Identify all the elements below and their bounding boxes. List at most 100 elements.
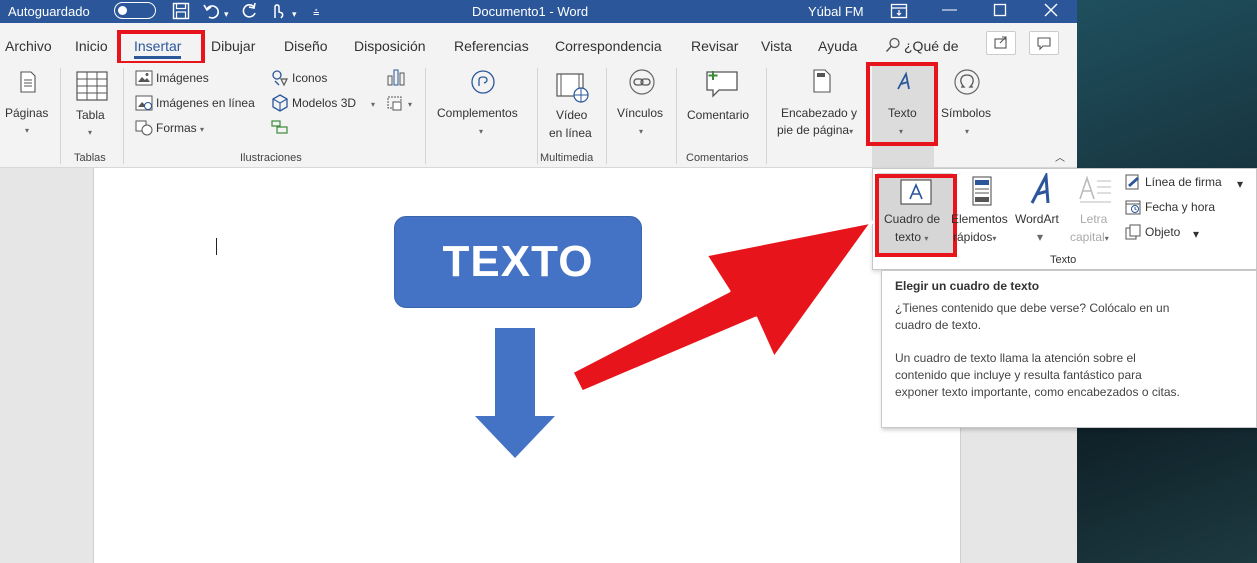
divider (123, 68, 124, 164)
undo-dropdown-icon[interactable]: ▾ (224, 5, 229, 23)
title-separator: - (549, 4, 554, 19)
letra-dropdown-icon: ▾ (1104, 234, 1109, 243)
comments-button[interactable] (1029, 31, 1059, 55)
group-comentarios-label: Comentarios (686, 152, 749, 164)
autosave-toggle[interactable] (114, 2, 156, 19)
divider (606, 68, 607, 164)
elementos-text-2: rápidos (953, 230, 993, 244)
tab-vista[interactable]: Vista (761, 38, 792, 54)
comentario-label: Comentario (687, 108, 750, 122)
simbolos-label: Símbolos (941, 106, 992, 120)
tooltip-paragraph-2: Un cuadro de texto llama la atención sob… (895, 351, 1180, 399)
wordart-icon (1028, 170, 1056, 210)
letra-text-2: capital (1070, 230, 1105, 244)
page-icon (19, 71, 37, 96)
tab-diseno[interactable]: Diseño (284, 38, 328, 54)
title-bar: Autoguardado ▾ ▾ ⩮ Documento1 - Word Yúb… (0, 0, 1077, 23)
wordart-dropdown-icon: ▾ (1037, 230, 1044, 244)
customize-qat-icon[interactable]: ⩮ (313, 4, 319, 22)
signature-line-icon (1125, 174, 1141, 193)
quick-parts-icon (972, 176, 992, 209)
group-tablas-label: Tablas (74, 152, 106, 164)
vinculos-dropdown-icon: ▾ (639, 127, 644, 136)
modelos-3d-dropdown-icon: ▾ (371, 100, 376, 109)
letra-label-1: Letra (1080, 212, 1108, 226)
tab-ayuda[interactable]: Ayuda (818, 38, 857, 54)
screenshot-dropdown-icon: ▾ (408, 100, 413, 109)
search-icon[interactable] (885, 37, 901, 56)
chart-icon[interactable] (386, 68, 406, 89)
close-icon[interactable] (1043, 2, 1059, 23)
formas-label: Formas ▾ (156, 119, 204, 139)
window-title: Documento1 - Word (472, 4, 588, 19)
elementos-label-2: rápidos▾ (953, 228, 996, 248)
app-name: Word (557, 4, 589, 19)
wordart-label: WordArt (1015, 212, 1059, 226)
linea-de-firma-label: Línea de firma (1145, 175, 1222, 189)
picture-icon (135, 70, 153, 89)
tab-correspondencia[interactable]: Correspondencia (555, 38, 662, 54)
smartart-icon[interactable] (271, 119, 289, 138)
complementos-label: Complementos (437, 106, 518, 120)
collapse-ribbon-icon[interactable]: ︿ (1055, 149, 1065, 164)
tooltip-title: Elegir un cuadro de texto (895, 279, 1040, 293)
maximize-icon[interactable] (993, 3, 1007, 22)
ribbon-insertar: Páginas ▾ Tabla ▾ Tablas Imágenes Imágen… (0, 62, 1077, 168)
divider (537, 68, 538, 164)
modelos-3d-label: Modelos 3D (292, 96, 357, 110)
tab-archivo[interactable]: Archivo (5, 38, 52, 54)
linea-de-firma-dropdown-icon: ▾ (1237, 177, 1244, 191)
video-label-1: Vídeo (556, 108, 588, 122)
tab-inicio[interactable]: Inicio (75, 38, 108, 54)
tab-disposicion[interactable]: Disposición (354, 38, 426, 54)
ribbon-display-icon[interactable] (890, 3, 908, 24)
save-icon[interactable] (172, 2, 190, 25)
redo-icon[interactable] (240, 2, 258, 25)
header-footer-icon (812, 69, 832, 96)
down-arrow-shape[interactable] (473, 328, 557, 460)
letra-label-2: capital▾ (1070, 228, 1109, 248)
omega-icon (952, 68, 982, 99)
group-texto-label: Texto (1050, 254, 1077, 266)
fecha-y-hora-label: Fecha y hora (1145, 200, 1216, 214)
tab-dibujar[interactable]: Dibujar (211, 38, 255, 54)
touch-dropdown-icon[interactable]: ▾ (292, 5, 297, 23)
minimize-icon[interactable]: — (942, 1, 957, 19)
screenshot-icon[interactable] (386, 94, 406, 115)
undo-icon[interactable] (203, 2, 221, 25)
user-name[interactable]: Yúbal FM (808, 4, 864, 19)
online-video-icon (556, 70, 590, 107)
tab-revisar[interactable]: Revisar (691, 38, 738, 54)
shapes-icon (135, 120, 153, 139)
encabezado-label-2: pie de página▾ (777, 121, 853, 141)
highlight-texto-button (866, 62, 938, 146)
encabezado-text-2: pie de página (777, 123, 850, 137)
3d-models-icon (271, 94, 289, 115)
text-cursor (216, 238, 217, 255)
tab-referencias[interactable]: Referencias (454, 38, 529, 54)
video-label-2: en línea (549, 126, 592, 140)
autosave-label: Autoguardado (8, 4, 90, 19)
table-icon (76, 71, 108, 104)
elementos-label-1: Elementos (951, 212, 1008, 226)
ribbon-tabs: Archivo Inicio Insertar Dibujar Diseño D… (0, 23, 1077, 65)
date-time-icon (1125, 199, 1141, 218)
objeto-dropdown-icon: ▾ (1193, 227, 1200, 241)
paginas-dropdown-icon: ▾ (25, 126, 30, 135)
icons-icon (271, 69, 289, 90)
vinculos-label: Vínculos (617, 106, 664, 120)
texto-shape[interactable]: TEXTO (394, 216, 642, 308)
tell-me-search[interactable]: ¿Qué de (904, 38, 958, 54)
formas-text: Formas (156, 121, 197, 135)
touch-mode-icon[interactable] (268, 2, 286, 25)
object-icon (1125, 224, 1141, 243)
share-button[interactable] (986, 31, 1016, 55)
objeto-label: Objeto (1145, 225, 1181, 239)
encabezado-dropdown-icon: ▾ (849, 127, 854, 136)
comment-icon (704, 68, 740, 103)
iconos-label: Iconos (292, 71, 328, 85)
highlight-cuadro-de-texto (875, 174, 957, 257)
document-name: Documento1 (472, 4, 546, 19)
elementos-dropdown-icon: ▾ (992, 234, 997, 243)
document-page[interactable]: TEXTO (93, 168, 961, 563)
